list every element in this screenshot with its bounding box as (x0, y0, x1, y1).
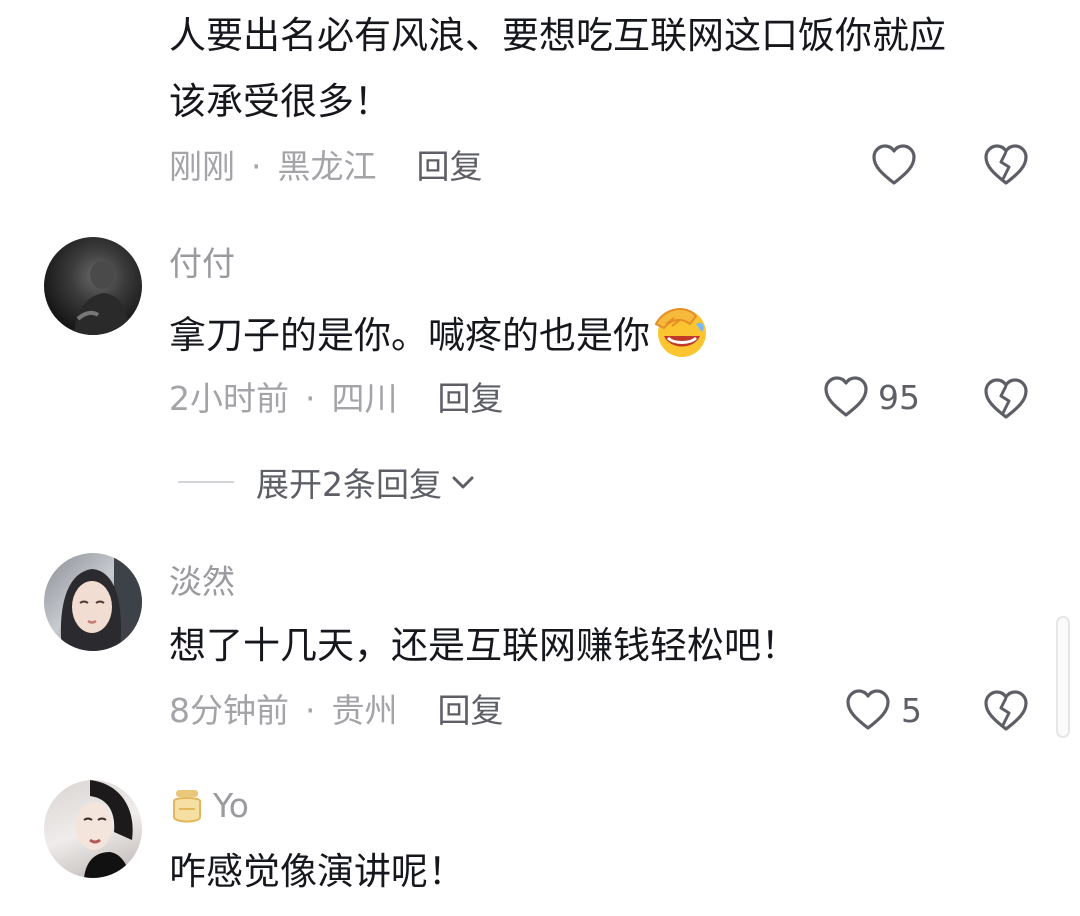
comment-item: Yo 咋感觉像演讲呢！ (0, 780, 1080, 916)
honey-jar-badge-icon (173, 790, 201, 823)
comment-username[interactable]: Yo (169, 786, 249, 826)
scrollbar[interactable] (1056, 616, 1070, 738)
comment-username[interactable]: 淡然 (169, 562, 235, 602)
comment-time: 8分钟前 (169, 691, 289, 730)
comment-item: 付付 拿刀子的是你。喊疼的也是你 2小时前 · 四川 回复 95 (0, 230, 1080, 510)
comment-username[interactable]: 付付 (169, 244, 235, 284)
heart-outline-icon (872, 144, 916, 185)
comment-meta: 刚刚 · 黑龙江 回复 (169, 147, 483, 187)
comment-meta: 2小时前 · 四川 回复 (169, 379, 504, 419)
reply-button[interactable]: 回复 (438, 379, 504, 418)
comment-location: 四川 (331, 379, 398, 418)
comment-text: 拿刀子的是你。喊疼的也是你 (169, 302, 710, 364)
facepalm-laugh-emoji (654, 308, 706, 357)
expand-replies-label: 展开2条回复 (256, 465, 442, 504)
avatar[interactable] (44, 780, 142, 878)
chevron-down-icon (452, 476, 474, 489)
expand-replies-button[interactable]: 展开2条回复 (178, 458, 478, 506)
avatar[interactable] (44, 237, 142, 335)
like-button[interactable]: 95 (823, 375, 920, 419)
comment-location: 贵州 (331, 691, 398, 730)
like-button[interactable] (871, 143, 917, 187)
reply-button[interactable]: 回复 (438, 691, 504, 730)
meta-separator: · (251, 147, 262, 186)
comment-location: 黑龙江 (277, 147, 377, 186)
broken-heart-icon (984, 690, 1028, 731)
like-button[interactable]: 5 (845, 688, 922, 732)
avatar-image (74, 261, 130, 335)
broken-heart-icon (984, 144, 1028, 185)
avatar[interactable] (44, 553, 142, 651)
comment-item: 人要出名必有风浪、要想吃互联网这口饭你就应 该承受很多！ 刚刚 · 黑龙江 回复 (0, 0, 1080, 200)
reply-button[interactable]: 回复 (417, 147, 483, 186)
heart-outline-icon (846, 689, 890, 730)
comment-text: 咋感觉像演讲呢！ (169, 844, 465, 900)
dislike-button[interactable] (983, 377, 1029, 421)
comment-text-line: 拿刀子的是你。喊疼的也是你 (169, 314, 650, 357)
heart-outline-icon (824, 376, 868, 417)
avatar-image (60, 553, 142, 651)
comment-time: 2小时前 (169, 379, 289, 418)
expand-divider (178, 481, 234, 483)
comment-time: 刚刚 (169, 147, 235, 186)
meta-separator: · (305, 379, 316, 418)
comment-item: 淡然 想了十几天，还是互联网赚钱轻松吧！ 8分钟前 · 贵州 回复 5 (0, 550, 1080, 750)
comment-text: 该承受很多！ (169, 74, 391, 130)
like-count: 95 (878, 377, 920, 417)
comment-text-line: 人要出名必有风浪、要想吃互联网这口饭你就应 (169, 14, 946, 57)
dislike-button[interactable] (983, 143, 1029, 187)
comment-text-line: 想了十几天，还是互联网赚钱轻松吧！ (169, 624, 798, 667)
dislike-button[interactable] (983, 689, 1029, 733)
comment-text-line: 咋感觉像演讲呢！ (169, 850, 465, 893)
avatar-image (76, 780, 133, 878)
comment-meta: 8分钟前 · 贵州 回复 (169, 691, 504, 731)
comment-text-line: 该承受很多！ (169, 80, 391, 123)
comment-username-text: Yo (213, 786, 249, 825)
comment-text: 人要出名必有风浪、要想吃互联网这口饭你就应 (169, 8, 946, 64)
broken-heart-icon (984, 378, 1028, 419)
comment-text: 想了十几天，还是互联网赚钱轻松吧！ (169, 618, 798, 674)
meta-separator: · (305, 691, 316, 730)
like-count: 5 (901, 690, 922, 730)
